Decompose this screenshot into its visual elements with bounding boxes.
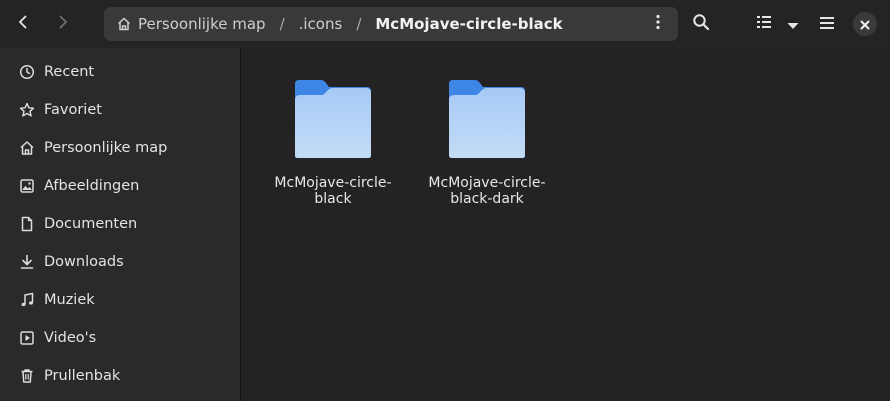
sidebar-item-trash[interactable]: Prullenbak: [0, 358, 240, 394]
path-crumb-current[interactable]: McMojave-circle-black: [371, 7, 566, 41]
sidebar-item-documents[interactable]: Documenten: [0, 206, 240, 242]
folder-icon: [449, 80, 525, 158]
music-icon: [19, 292, 35, 308]
folder-icon: [295, 80, 371, 158]
sidebar-item-label: Downloads: [44, 254, 124, 270]
close-icon: [860, 15, 870, 34]
sidebar-item-recent[interactable]: Recent: [0, 54, 240, 90]
path-bar: Persoonlijke map / .icons / McMojave-cir…: [104, 7, 678, 41]
back-button[interactable]: [6, 7, 40, 41]
sidebar: Recent Favoriet Persoonlijke map Afbeeld…: [0, 48, 241, 401]
sidebar-item-label: Documenten: [44, 216, 138, 232]
sidebar-item-music[interactable]: Muziek: [0, 282, 240, 318]
path-crumb-label: .icons: [298, 15, 343, 33]
sidebar-item-home[interactable]: Persoonlijke map: [0, 130, 240, 166]
sidebar-item-pictures[interactable]: Afbeeldingen: [0, 168, 240, 204]
sidebar-item-label: Persoonlijke map: [44, 140, 168, 156]
document-icon: [19, 216, 35, 232]
folder-item[interactable]: McMojave-circle-black-dark: [412, 78, 562, 207]
folder-item[interactable]: McMojave-circle-black: [258, 78, 408, 207]
view-options-dropdown[interactable]: [780, 7, 806, 41]
home-icon: [116, 16, 132, 32]
path-menu-button[interactable]: [646, 7, 670, 41]
file-manager-window: Persoonlijke map / .icons / McMojave-cir…: [0, 0, 890, 401]
list-view-button[interactable]: [748, 7, 780, 41]
sidebar-item-videos[interactable]: Video's: [0, 320, 240, 356]
sidebar-item-label: Muziek: [44, 292, 95, 308]
path-crumb-icons[interactable]: .icons: [295, 7, 347, 41]
path-crumb-home[interactable]: Persoonlijke map: [104, 7, 270, 41]
path-separator: /: [279, 15, 285, 33]
clock-icon: [19, 64, 35, 80]
trash-icon: [19, 368, 35, 384]
kebab-menu-icon: [656, 14, 660, 34]
forward-button[interactable]: [46, 7, 80, 41]
sidebar-item-label: Video's: [44, 330, 97, 346]
main-menu-button[interactable]: [810, 7, 844, 41]
path-separator: /: [356, 15, 362, 33]
file-view: McMojave-circle-black McMojave-circle-bl…: [241, 48, 890, 401]
sidebar-item-label: Favoriet: [44, 102, 102, 118]
image-icon: [19, 178, 35, 194]
path-crumb-label: Persoonlijke map: [138, 15, 266, 33]
sidebar-item-label: Prullenbak: [44, 368, 121, 384]
triangle-down-icon: [787, 15, 799, 34]
view-switcher: [748, 7, 806, 41]
video-icon: [19, 330, 35, 346]
download-icon: [19, 254, 35, 270]
sidebar-item-favorites[interactable]: Favoriet: [0, 92, 240, 128]
home-icon: [19, 140, 35, 156]
path-crumb-label: McMojave-circle-black: [375, 15, 563, 33]
sidebar-item-downloads[interactable]: Downloads: [0, 244, 240, 280]
list-view-icon: [756, 14, 772, 34]
chevron-left-icon: [15, 14, 31, 34]
chevron-right-icon: [55, 14, 71, 34]
sidebar-item-label: Afbeeldingen: [44, 178, 140, 194]
close-button[interactable]: [853, 12, 877, 36]
header-bar: Persoonlijke map / .icons / McMojave-cir…: [0, 0, 890, 48]
file-name: McMojave-circle-black: [274, 175, 392, 207]
search-button[interactable]: [684, 7, 718, 41]
search-icon: [692, 13, 710, 35]
hamburger-menu-icon: [819, 15, 835, 34]
star-icon: [19, 102, 35, 118]
sidebar-item-label: Recent: [44, 64, 95, 80]
file-name: McMojave-circle-black-dark: [428, 175, 546, 207]
